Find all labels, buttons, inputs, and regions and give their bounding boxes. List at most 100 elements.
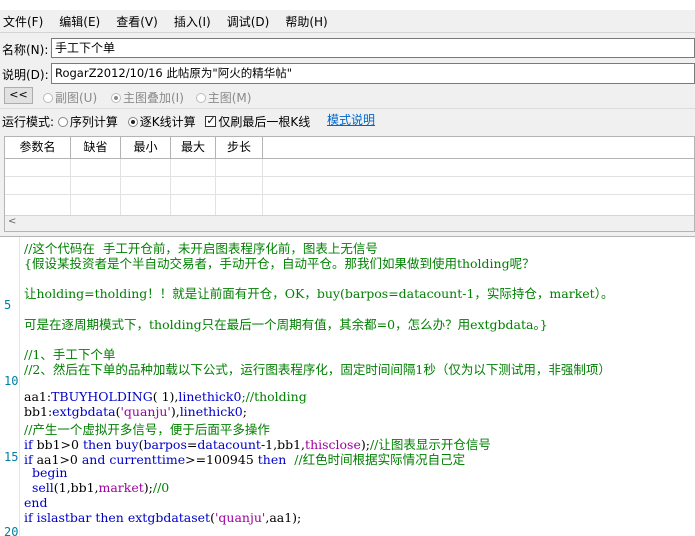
code-token: //红色时间根据实际情况自己定 [294,452,466,468]
grid-col-line [120,159,121,215]
code-token: linethick0 [179,404,243,420]
code-token: ), [170,404,180,420]
code-token: TBUYHOLDING [51,389,153,404]
header-line [5,158,694,159]
code-token: (1,bb1, [53,479,99,495]
grid-row-line [5,194,694,195]
scroll-left-icon[interactable]: < [8,216,16,227]
grid-col-line [262,159,263,215]
code-line[interactable]: aa1:TBUYHOLDING( 1),linethick0;//tholdin… [24,389,307,404]
radio-main-overlay-circle [110,93,121,103]
checkbox-box [205,114,217,127]
code-token: end [24,494,48,510]
col-min[interactable]: 最小 [121,137,171,158]
radio-main-overlay[interactable]: 主图叠加(I) [110,91,184,105]
radio-main-overlay-label: 主图叠加(I) [122,91,184,105]
code-line[interactable]: {假设某投资者是个半自动交易者，手动开仓，自动平仓。那我们如果做到使用thold… [24,253,535,272]
params-hscrollbar[interactable]: < [5,215,694,231]
name-label: 名称(N): [2,43,49,57]
radio-main-label: 主图(M) [207,91,252,105]
collapse-button[interactable]: << [4,87,33,104]
code-token: if [24,509,33,525]
menu-insert[interactable]: 插入(I) [172,13,213,30]
code-line[interactable]: end [24,495,47,510]
run-mode-label: 运行模式: [2,115,55,129]
col-param-name[interactable]: 参数名 [5,137,71,158]
mode-separator [0,108,695,109]
code-token: extgbdataset [127,509,211,525]
code-token: ,aa1); [265,509,302,525]
code-token: extgbdata [52,404,116,420]
menu-help[interactable]: 帮助(H) [283,13,329,30]
code-token: 'quanju' [214,509,266,525]
code-token: //2、然后在下单的品种加载以下公式，运行图表程序化，固定时间间隔1秒（仅为以下… [24,361,611,377]
grid-row-line [5,176,694,177]
code-token: ( 1), [152,389,179,404]
name-input[interactable]: 手工下个单 [51,38,695,58]
code-token: then [257,452,287,468]
code-token: begin [31,464,68,480]
line-number: 10 [4,374,19,388]
params-header: 参数名 缺省 最小 最大 步长 [5,137,694,158]
col-max[interactable]: 最大 [171,137,216,158]
radio-series-calc[interactable]: 序列计算 [57,115,118,129]
radio-bar-calc[interactable]: 逐K线计算 [127,115,196,129]
code-line[interactable]: begin [24,465,67,480]
radio-subchart-circle [43,93,53,103]
code-token: 'quanju' [120,404,171,420]
radio-series-label: 序列计算 [69,115,118,129]
code-token: islastbar [36,509,92,525]
code-editor[interactable]: 5 10 15 20 //这个代码在 手工开仓前，未开启图表程序化前，图表上无信… [0,236,695,536]
code-token: currenttime [109,452,186,468]
chart-mode-radios: 副图(U) 主图叠加(I) 主图(M) [43,89,251,106]
code-token: ;//tholding [241,389,307,404]
desc-input[interactable]: RogarZ2012/10/16 此帖原为"阿火的精华帖" [51,63,695,84]
code-line[interactable]: sell(1,bb1,market);//0 [24,480,169,495]
title-bar [0,0,695,10]
menu-view[interactable]: 查看(V) [114,13,160,30]
code-line[interactable]: if islastbar then extgbdataset('quanju',… [24,510,301,525]
code-line[interactable]: 让holding=tholding！！就是让前面有开仓，OK，buy(barpo… [24,283,613,302]
code-line[interactable]: bb1:extgbdata('quanju'),linethick0; [24,404,247,419]
code-line[interactable]: 可是在逐周期模式下，tholding只在最后一个周期有值，其余都=0，怎么办？用… [24,314,548,333]
code-token: >=100945 [185,452,258,468]
code-token: linethick0 [178,389,242,404]
radio-subchart-label: 副图(U) [55,91,98,105]
code-token: bb1: [24,404,53,420]
last-bar-checkbox[interactable]: 仅刷最后一根K线 [205,114,311,129]
menu-edit[interactable]: 编辑(E) [57,13,102,30]
code-token: then [95,509,124,525]
code-line[interactable]: if aa1>0 and currenttime>=100945 then //… [24,449,465,468]
menu-debug[interactable]: 调试(D) [225,13,272,30]
grid-col-line [70,159,71,215]
code-token: sell [31,479,54,495]
code-token: //0 [152,479,170,495]
menu-bar: 文件(F) 编辑(E) 查看(V) 插入(I) 调试(D) 帮助(H) [0,10,695,32]
col-step[interactable]: 步长 [216,137,263,158]
code-line[interactable]: //2、然后在下单的品种加载以下公式，运行图表程序化，固定时间间隔1秒（仅为以下… [24,359,611,378]
radio-main-circle [195,93,206,103]
code-token: ; [242,404,247,420]
grid-col-line [215,159,216,215]
radio-bar-label: 逐K线计算 [139,115,196,129]
line-number: 5 [4,298,12,312]
line-number-gutter: 5 10 15 20 [0,237,20,536]
code-token: aa1: [24,389,52,404]
radio-main[interactable]: 主图(M) [195,91,252,105]
code-token: ); [143,479,153,495]
code-token: 可是在逐周期模式下，tholding只在最后一个周期有值，其余都=0，怎么办？用… [24,316,548,332]
col-default[interactable]: 缺省 [71,137,121,158]
code-token: {假设某投资者是个半自动交易者，手动开仓，自动平仓。那我们如果做到使用thold… [24,256,535,272]
line-number: 15 [4,450,19,464]
code-token: market [98,479,144,495]
radio-series-circle [57,117,68,127]
checkbox-label: 仅刷最后一根K线 [218,115,311,129]
mode-help-link[interactable]: 模式说明 [327,111,375,128]
menu-separator [0,32,695,33]
params-table[interactable]: 参数名 缺省 最小 最大 步长 < [4,136,695,232]
menu-file[interactable]: 文件(F) [1,13,45,30]
radio-subchart[interactable]: 副图(U) [43,91,97,105]
line-number: 20 [4,525,19,536]
